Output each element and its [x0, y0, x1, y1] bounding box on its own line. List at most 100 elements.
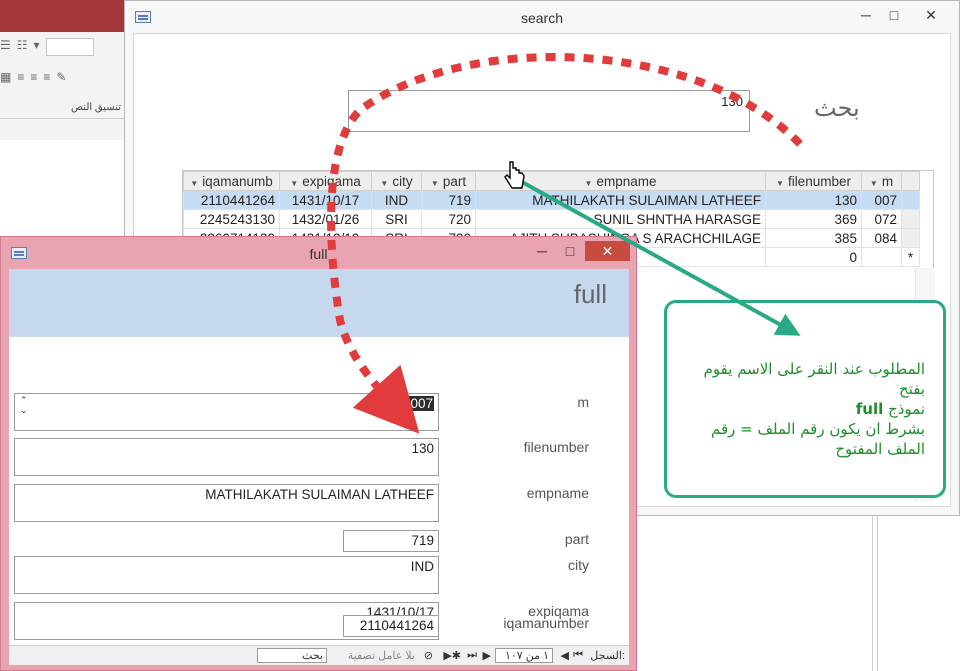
cell-filenumber[interactable]: 385 — [765, 228, 862, 248]
list-indent-icon[interactable]: ☰ — [0, 38, 11, 56]
m-field[interactable]: ⌃ ⌄ 007 — [14, 393, 439, 431]
font-size-box[interactable] — [45, 38, 94, 56]
label-m: m — [577, 394, 589, 410]
row-selector[interactable] — [901, 190, 920, 210]
header-corner — [901, 171, 920, 191]
new-record-selector[interactable]: * — [901, 247, 920, 267]
cell-filenumber[interactable]: 130 — [765, 190, 862, 210]
search-window-title: search — [520, 10, 564, 26]
align-right-icon[interactable]: ≡ — [43, 70, 50, 84]
list-bullets-icon[interactable]: ☷ — [17, 38, 28, 56]
record-navigation-bar: السجل: ⏮ ◀ ١ من ١٠٧ ▶ ⏭ ▶✱ ⊘ بلا عامل تص… — [9, 645, 629, 665]
cell-m[interactable]: 084 — [861, 228, 902, 248]
callout-form-name: full — [855, 400, 884, 418]
callout-line-3: بشرط ان يكون رقم الملف = رقم الملف المفت… — [711, 420, 925, 458]
full-window: full ─ □ ✕ full m ⌃ ⌄ 007 filenumber 130 … — [0, 236, 637, 671]
column-header-expiqama[interactable]: ▼ expiqama — [279, 171, 372, 191]
ribbon-row-1: ☰ ☷ ▾ — [0, 38, 94, 56]
cell-m[interactable]: 072 — [861, 209, 902, 229]
empname-field[interactable]: MATHILAKATH SULAIMAN LATHEEF — [14, 484, 439, 522]
callout-text: المطلوب عند النقر على الاسم يقوم بفتح نم… — [679, 359, 925, 459]
cell-filenumber[interactable]: 369 — [765, 209, 862, 229]
cell-expiqama[interactable]: 1432/01/26 — [279, 209, 372, 229]
nav-search-box[interactable]: بحث — [257, 648, 327, 663]
align-left-icon[interactable]: ≡ — [17, 70, 24, 84]
dropdown-arrow-icon[interactable]: ▼ — [776, 179, 784, 188]
column-header-m[interactable]: ▼ m — [861, 171, 902, 191]
dropdown-arrow-icon[interactable]: ▼ — [431, 179, 439, 188]
cell-part[interactable]: 720 — [421, 209, 476, 229]
filenumber-field[interactable]: 130 — [14, 438, 439, 476]
restore-button[interactable]: □ — [559, 241, 581, 261]
last-record-icon[interactable]: ⏭ — [467, 649, 477, 662]
search-window-titlebar[interactable]: search ─ □ ✕ — [125, 1, 959, 33]
full-window-titlebar[interactable]: full ─ □ ✕ — [1, 237, 636, 269]
cell-part[interactable]: 719 — [421, 190, 476, 210]
new-record-icon[interactable]: ▶✱ — [443, 649, 461, 662]
table-row[interactable]: 2110441264 1431/10/17 IND 719 MATHILAKAT… — [183, 190, 920, 210]
next-record-icon[interactable]: ▶ — [483, 649, 491, 662]
form-title: full — [573, 279, 607, 309]
cell-iqamanumber[interactable]: 2110441264 — [183, 190, 280, 210]
cell-filenumber-default[interactable]: 0 — [765, 247, 862, 267]
restore-button[interactable]: □ — [883, 5, 905, 25]
ribbon-title-strip — [0, 0, 130, 32]
datasheet-header-row: ▼ iqamanumb ▼ expiqama ▼ city ▼ part ▼ empnam… — [183, 171, 920, 191]
cell-city[interactable]: IND — [371, 190, 422, 210]
search-label: بحث — [814, 95, 860, 122]
table-row[interactable]: 2245243130 1432/01/26 SRI 720 SUNIL SHNT… — [183, 209, 920, 229]
cell-expiqama[interactable]: 1431/10/17 — [279, 190, 372, 210]
ribbon-row-2: ▦ ≡ ≡ ≡ ✎ — [0, 70, 66, 84]
minimize-button[interactable]: ─ — [531, 241, 553, 261]
callout-line-1: المطلوب عند النقر على الاسم يقوم بفتح — [703, 360, 925, 398]
full-form-body: full m ⌃ ⌄ 007 filenumber 130 empname MAT… — [9, 269, 629, 665]
dropdown-chevron-icon[interactable]: ▾ — [34, 38, 40, 56]
first-record-icon[interactable]: ⏮ — [573, 649, 583, 662]
label-city: city — [568, 557, 589, 573]
cell-empname-link[interactable]: SUNIL SHNTHA HARASGE — [475, 209, 766, 229]
cell-iqamanumber[interactable]: 2245243130 — [183, 209, 280, 229]
search-input[interactable]: 130 — [348, 90, 750, 132]
label-part: part — [564, 531, 589, 547]
column-header-iqamanumber[interactable]: ▼ iqamanumb — [183, 171, 280, 191]
cell-city[interactable]: SRI — [371, 209, 422, 229]
dropdown-arrow-icon[interactable]: ▼ — [380, 179, 388, 188]
dropdown-arrow-icon[interactable]: ▼ — [870, 179, 878, 188]
filter-off-icon[interactable]: ⊘ — [424, 649, 433, 662]
filter-status[interactable]: بلا عامل تصفية — [348, 649, 415, 662]
background-scrollbar — [872, 516, 878, 671]
format-painter-icon[interactable]: ✎ — [56, 70, 66, 84]
cell-empname-link[interactable]: MATHILAKATH SULAIMAN LATHEEF — [475, 190, 766, 210]
column-header-empname[interactable]: ▼ empname — [475, 171, 766, 191]
cell-new[interactable] — [861, 247, 902, 267]
grid-icon[interactable]: ▦ — [0, 70, 11, 84]
close-button[interactable]: ✕ — [913, 5, 949, 25]
close-button[interactable]: ✕ — [585, 241, 630, 261]
minimize-button[interactable]: ─ — [855, 5, 877, 25]
form-header: full — [9, 269, 629, 337]
iqamanumber-field[interactable]: 2110441264 — [343, 615, 439, 637]
row-selector[interactable] — [901, 228, 920, 248]
column-header-part[interactable]: ▼ part — [421, 171, 476, 191]
align-center-icon[interactable]: ≡ — [30, 70, 37, 84]
row-selector[interactable] — [901, 209, 920, 229]
m-value: 007 — [409, 396, 434, 411]
annotation-callout: المطلوب عند النقر على الاسم يقوم بفتح نم… — [664, 300, 946, 498]
dropdown-arrow-icon[interactable]: ▼ — [290, 179, 298, 188]
dropdown-arrow-icon[interactable]: ▼ — [585, 179, 593, 188]
ribbon-separator — [0, 118, 130, 119]
label-empname: empname — [526, 485, 589, 501]
dropdown-arrow-icon[interactable]: ▼ — [190, 179, 198, 188]
label-iqamanumber: iqamanumber — [503, 615, 589, 631]
record-position-box[interactable]: ١ من ١٠٧ — [495, 648, 553, 663]
spin-arrows-icon[interactable]: ⌃ ⌄ — [20, 395, 28, 415]
record-label: السجل: — [590, 650, 625, 662]
part-field[interactable]: 719 — [343, 530, 439, 552]
label-filenumber: filenumber — [523, 439, 589, 455]
cell-m[interactable]: 007 — [861, 190, 902, 210]
callout-line-2: نموذج — [888, 400, 925, 418]
column-header-city[interactable]: ▼ city — [371, 171, 422, 191]
previous-record-icon[interactable]: ◀ — [561, 649, 569, 662]
city-field[interactable]: IND — [14, 556, 439, 594]
column-header-filenumber[interactable]: ▼ filenumber — [765, 171, 862, 191]
